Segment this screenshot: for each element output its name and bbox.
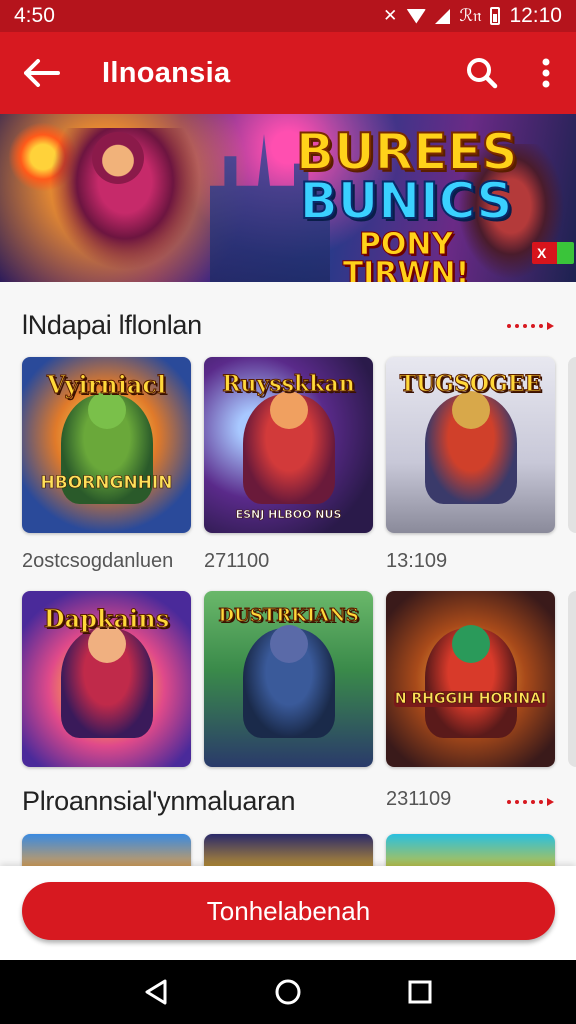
back-button[interactable]: [0, 32, 84, 114]
search-icon: [467, 58, 498, 89]
status-signal-text: ℛ𝔫: [459, 6, 482, 25]
nav-back-button[interactable]: [136, 972, 176, 1012]
game-title: Dapkains: [43, 604, 170, 633]
character-head: [269, 624, 308, 663]
game-caption: 13:109: [386, 550, 448, 572]
game-subtitle: HBORNGNHIN: [40, 473, 173, 494]
nav-home-button[interactable]: [268, 972, 308, 1012]
triangle-back-icon: [145, 979, 167, 1005]
section-title: lNdapai lflonlan: [22, 310, 202, 340]
game-card[interactable]: TUGSOGEE: [386, 357, 555, 533]
more-dot: [539, 323, 543, 328]
character-head: [451, 624, 490, 663]
more-dot: [531, 323, 535, 328]
arrow-right-icon: [547, 797, 554, 806]
promo-banner[interactable]: BUREES BUNICS PONY TIRWN! X: [0, 114, 576, 282]
wifi-icon: [406, 8, 427, 24]
game-caption: 2ostcsogdanluen: [22, 550, 174, 572]
bottom-action-area: Tonhelabenah: [0, 866, 576, 960]
game-card[interactable]: Ruysskkan ESNJ HLBOO NUS: [204, 357, 373, 533]
game-caption: 271100: [204, 550, 270, 572]
game-card[interactable]: Dapkains: [22, 591, 191, 767]
status-bar: 4:50 ✕ ℛ𝔫 12:10: [0, 0, 576, 32]
game-card[interactable]: Vyirniacl HBORNGNHIN: [22, 357, 191, 533]
square-recents-icon: [408, 980, 432, 1004]
banner-logo-line3: PONY TIRWN!: [342, 227, 470, 282]
see-more-link[interactable]: [507, 321, 554, 330]
section-header: lNdapai lflonlan: [22, 310, 554, 341]
signal-icon: [435, 8, 451, 24]
app-screen: 4:50 ✕ ℛ𝔫 12:10 Ilnoansia BUREES BUNICS …: [0, 0, 576, 1024]
circle-home-icon: [275, 979, 301, 1005]
arrow-right-icon: [547, 321, 554, 330]
section-title: Plroannsial'ynmaluaran: [22, 786, 296, 816]
more-dot: [539, 799, 543, 804]
arrow-left-icon: [24, 59, 60, 87]
banner-logo-line2: BUNICS: [299, 172, 514, 230]
overflow-menu-button[interactable]: [516, 32, 576, 114]
more-dot: [515, 799, 519, 804]
game-title: TUGSOGEE: [399, 371, 542, 397]
see-more-link[interactable]: [507, 797, 554, 806]
section-count: 231109: [386, 788, 452, 810]
status-icons: ✕ ℛ𝔫 12:10: [383, 4, 562, 28]
banner-badge: X: [532, 242, 574, 264]
game-card-peek[interactable]: [568, 591, 576, 767]
more-dot: [523, 323, 527, 328]
more-dot: [523, 799, 527, 804]
more-vert-icon: [542, 58, 550, 88]
more-dot: [531, 799, 535, 804]
status-time-right: 12:10: [509, 4, 562, 27]
status-time-left: 4:50: [14, 4, 55, 27]
game-title: Vyirniacl: [46, 370, 167, 399]
game-title: Ruysskkan: [222, 371, 356, 397]
game-row: Vyirniacl HBORNGNHIN Ruysskkan ESNJ HLBO…: [22, 357, 576, 533]
system-nav-bar: [0, 960, 576, 1024]
game-subtitle: N RHGGIH HORINAI: [394, 691, 547, 707]
battery-icon: [490, 7, 501, 25]
banner-logo-line1: BUREES: [295, 123, 519, 181]
banner-logo: BUREES BUNICS PONY TIRWN!: [295, 123, 519, 282]
game-card-peek[interactable]: [568, 357, 576, 533]
page-title: Ilnoansia: [102, 56, 231, 89]
primary-action-button[interactable]: Tonhelabenah: [22, 882, 555, 940]
section-header: Plroannsial'ynmaluaran: [22, 786, 554, 817]
game-card[interactable]: N RHGGIH HORINAI: [386, 591, 555, 767]
search-button[interactable]: [448, 32, 516, 114]
hero-head-illustration: [92, 132, 144, 184]
app-bar: Ilnoansia: [0, 32, 576, 114]
game-title: DUSTRKIANS: [218, 605, 359, 626]
more-dot: [507, 799, 511, 804]
game-subtitle: ESNJ HLBOO NUS: [235, 508, 342, 522]
game-card[interactable]: DUSTRKIANS: [204, 591, 373, 767]
nav-recents-button[interactable]: [400, 972, 440, 1012]
game-row: Dapkains DUSTRKIANS N RHGGIH HORINAI: [22, 591, 576, 767]
more-dot: [515, 323, 519, 328]
nfc-icon: ✕: [383, 6, 398, 25]
more-dot: [507, 323, 511, 328]
